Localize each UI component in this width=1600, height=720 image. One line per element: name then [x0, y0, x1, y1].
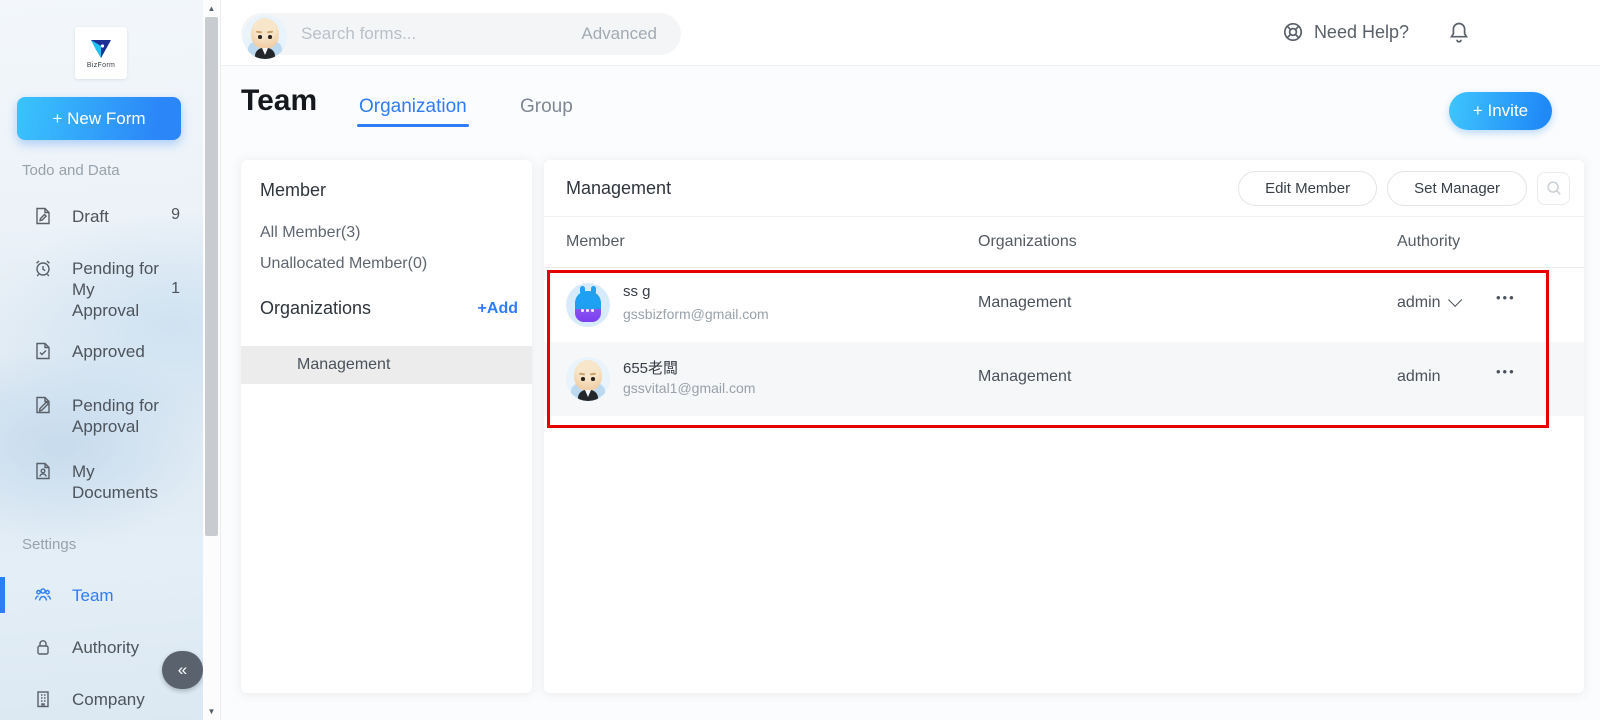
sidebar-item-label: Company	[72, 689, 162, 710]
member-organization: Management	[978, 294, 1071, 312]
alarm-clock-icon	[33, 258, 53, 278]
member-name: ss g	[623, 283, 651, 300]
authority-value[interactable]: admin	[1397, 368, 1441, 386]
member-organization: Management	[978, 368, 1071, 386]
baby-avatar	[566, 357, 610, 401]
draft-icon	[33, 206, 53, 226]
table-row[interactable]: ss g gssbizform@gmail.com Management adm…	[544, 268, 1584, 342]
management-panel: Management Edit Member Set Manager Membe…	[544, 160, 1584, 693]
sidebar: BizForm + New Form Todo and Data Draft 9…	[0, 0, 203, 720]
notifications-bell-icon[interactable]	[1447, 20, 1471, 46]
table-header-row: Member Organizations Authority	[544, 217, 1584, 268]
column-header-authority: Authority	[1397, 233, 1460, 251]
logo-label: BizForm	[87, 62, 115, 69]
add-organization-button[interactable]: +Add	[478, 300, 518, 318]
active-indicator-bar	[0, 577, 5, 613]
robot-avatar	[566, 283, 610, 327]
organizations-heading: Organizations	[260, 298, 371, 319]
sidebar-item-label: My Documents	[72, 461, 162, 503]
column-header-organizations: Organizations	[978, 233, 1077, 251]
tab-group[interactable]: Group	[520, 96, 573, 118]
unallocated-member-filter[interactable]: Unallocated Member(0)	[260, 255, 427, 273]
app-logo[interactable]: BizForm	[75, 27, 127, 79]
scroll-up-arrow[interactable]: ▲	[203, 1, 220, 16]
member-search-button[interactable]	[1537, 172, 1570, 205]
chevron-down-icon	[1448, 292, 1462, 306]
bizform-logo-icon	[88, 38, 114, 60]
scrollbar-thumb[interactable]	[205, 17, 218, 536]
organization-item-management[interactable]: Management	[241, 346, 532, 384]
management-panel-title: Management	[566, 178, 671, 199]
lifebuoy-help-icon	[1281, 20, 1305, 44]
edit-member-button[interactable]: Edit Member	[1238, 171, 1377, 206]
pending-my-approval-count-badge: 1	[156, 280, 180, 298]
set-manager-button[interactable]: Set Manager	[1387, 171, 1527, 206]
main-area: Advanced Need Help?	[220, 0, 1600, 720]
company-building-icon	[33, 689, 53, 709]
draft-count-badge: 9	[156, 206, 180, 224]
page-scrollbar[interactable]: ▲ ▼	[203, 0, 220, 720]
user-avatar[interactable]	[243, 15, 287, 59]
sidebar-item-label: Pending for Approval	[72, 395, 162, 437]
need-help-label: Need Help?	[1314, 22, 1409, 43]
invite-button[interactable]: + Invite	[1449, 92, 1552, 130]
collapse-chevrons-icon: «	[178, 660, 187, 680]
page-title: Team	[241, 84, 317, 118]
management-panel-header: Management Edit Member Set Manager	[544, 160, 1584, 217]
table-row[interactable]: 655老闆 gssvital1@gmail.com Management adm…	[544, 342, 1584, 416]
row-more-actions-button[interactable]: •••	[1496, 364, 1516, 379]
lock-icon	[33, 637, 53, 657]
app-window: BizForm + New Form Todo and Data Draft 9…	[0, 0, 1600, 720]
sidebar-item-label: Team	[72, 585, 162, 606]
member-name: 655老闆	[623, 357, 678, 378]
sidebar-item-label: Draft	[72, 206, 162, 227]
section-todo-and-data: Todo and Data	[22, 162, 120, 179]
sidebar-item-label: Pending for My Approval	[72, 258, 162, 321]
pending-approval-document-icon	[33, 395, 53, 415]
sidebar-item-label: Approved	[72, 341, 162, 362]
section-settings: Settings	[22, 536, 76, 553]
search-bar[interactable]: Advanced	[241, 13, 681, 55]
team-people-icon	[33, 585, 53, 605]
member-panel-title: Member	[260, 180, 326, 201]
advanced-search-link[interactable]: Advanced	[581, 24, 657, 44]
authority-value: admin	[1397, 294, 1441, 312]
new-form-button[interactable]: + New Form	[17, 97, 181, 140]
content-area: Team Organization Group + Invite Member …	[221, 66, 1600, 720]
scroll-down-arrow[interactable]: ▼	[203, 704, 220, 719]
topbar: Advanced Need Help?	[221, 0, 1600, 66]
member-email: gssbizform@gmail.com	[623, 306, 769, 322]
sidebar-item-label: Authority	[72, 637, 162, 658]
authority-dropdown[interactable]: admin	[1397, 294, 1458, 312]
row-more-actions-button[interactable]: •••	[1496, 290, 1516, 305]
sidebar-collapse-button[interactable]: «	[162, 651, 203, 689]
search-input[interactable]	[301, 24, 581, 44]
all-member-filter[interactable]: All Member(3)	[260, 224, 360, 242]
need-help-button[interactable]: Need Help?	[1281, 20, 1409, 44]
my-documents-icon	[33, 461, 53, 481]
search-icon	[1545, 179, 1563, 197]
member-email: gssvital1@gmail.com	[623, 380, 755, 396]
tab-organization[interactable]: Organization	[359, 96, 467, 118]
member-panel: Member All Member(3) Unallocated Member(…	[241, 160, 532, 693]
column-header-member: Member	[566, 233, 625, 251]
approved-document-icon	[33, 341, 53, 361]
